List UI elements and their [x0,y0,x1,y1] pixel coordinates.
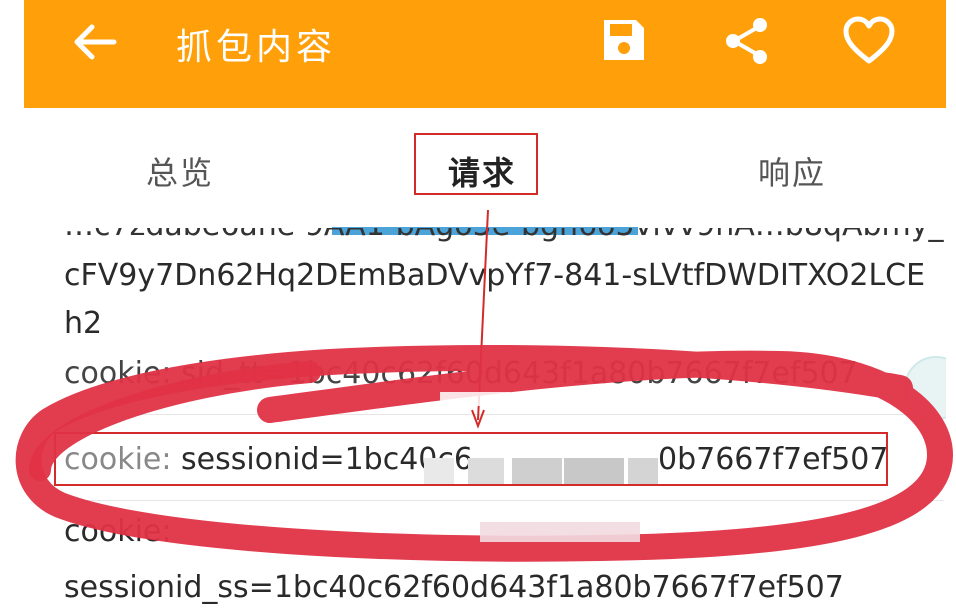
header-line: cookie: sid_tt=1bc40c62f60d643f1a80b7667… [64,356,858,391]
tab-response[interactable]: 响应 [758,148,826,194]
app-bar: 抓包内容 [24,0,946,108]
header-line: cFV9y7Dn62Hq2DEmBaDVvpYf7-841-sLVtfDWDIT… [64,258,926,293]
heart-outline-icon[interactable] [842,16,896,66]
cookie-highlight-box [54,432,888,486]
tab-highlight-box [414,133,538,195]
app-frame: 抓包内容 总览 请求 响应 …c7zdabe6ahe 9AA1-bAgo5e-b… [24,0,946,616]
divider [64,500,944,501]
header-line-partial: …c7zdabe6ahe 9AA1-bAgo5e-bgh6o5vivv9hA…b… [64,228,946,243]
sessionid-ss-line: sessionid_ss=1bc40c62f60d643f1a80b7667f7… [64,570,844,605]
header-line-partial: cookie: [64,514,172,549]
tab-overview[interactable]: 总览 [146,148,214,194]
save-floppy-icon[interactable] [600,16,648,64]
header-line: h2 [64,306,103,341]
request-content[interactable]: …c7zdabe6ahe 9AA1-bAgo5e-bgh6o5vivv9hA…b… [24,228,946,616]
page-title: 抓包内容 [176,27,337,68]
share-icon[interactable] [720,14,774,68]
divider [64,414,944,415]
floating-tool-icon[interactable] [904,356,946,420]
arrow-left-icon[interactable] [70,22,120,62]
